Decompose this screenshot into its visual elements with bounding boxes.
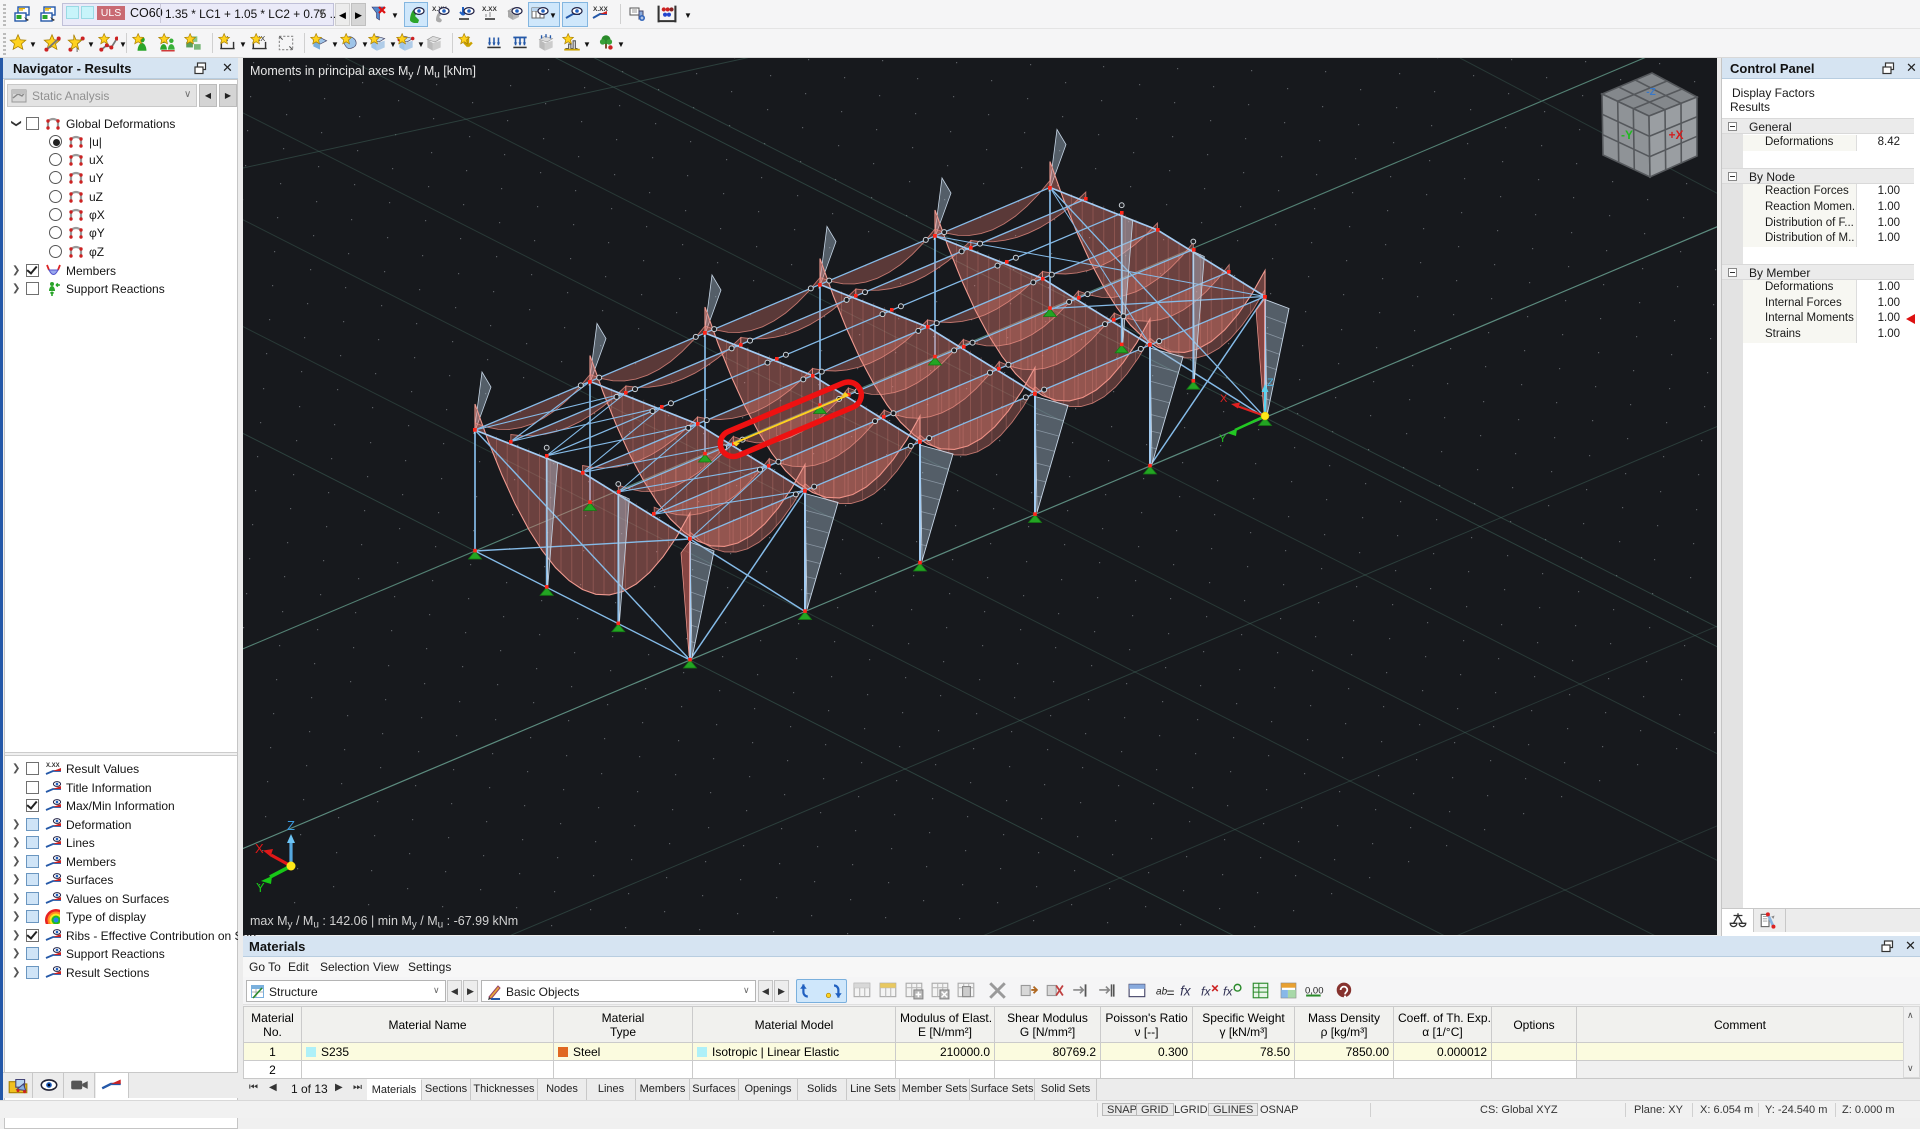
svg-text:Y: Y [256, 880, 265, 895]
svg-text:Z: Z [1267, 377, 1274, 389]
svg-text:Z: Z [287, 818, 295, 833]
svg-text:X.XX: X.XX [46, 763, 60, 769]
svg-text:fx: fx [1223, 985, 1233, 999]
svg-text:+X: +X [1668, 128, 1683, 142]
svg-text:fx: fx [1180, 984, 1192, 999]
svg-text:X: X [255, 841, 264, 856]
svg-text:X.XX: X.XX [482, 6, 497, 13]
svg-text:fx: fx [1201, 985, 1211, 999]
svg-text:-Z: -Z [1646, 87, 1655, 98]
svg-text:ab: ab [1156, 986, 1168, 997]
svg-text:Y: Y [1219, 433, 1227, 445]
svg-text:-Y: -Y [1621, 128, 1633, 142]
svg-text:X: X [1220, 393, 1228, 405]
